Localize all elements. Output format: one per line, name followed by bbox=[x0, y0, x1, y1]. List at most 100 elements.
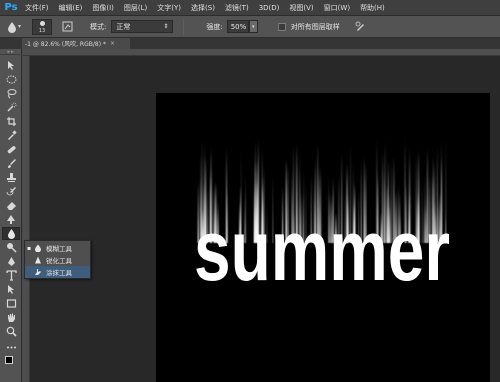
strength-label: 强度: bbox=[206, 22, 223, 31]
menu-bar: Ps 文件(F) 编辑(E) 图像(I) 图层(L) 文字(Y) 选择(S) 滤… bbox=[0, 0, 500, 16]
menu-select[interactable]: 选择(S) bbox=[186, 0, 220, 16]
menu-edit[interactable]: 编辑(E) bbox=[54, 0, 88, 16]
blur-tool[interactable] bbox=[2, 227, 20, 240]
flyout-item-sharpen[interactable]: 锐化工具 bbox=[25, 254, 90, 266]
eraser-tool-icon bbox=[6, 202, 16, 210]
blur-tool-flyout: ▪ 模糊工具 锐化工具 涂抹工具 bbox=[24, 240, 91, 279]
panel-grip[interactable]: ▸▸ bbox=[0, 49, 22, 55]
menu-3d[interactable]: 3D(D) bbox=[254, 0, 285, 16]
zoom-tool[interactable] bbox=[2, 325, 20, 338]
vertical-ruler bbox=[23, 56, 30, 382]
document-tab-strip: -1 @ 82.6% (风吹, RGB/8) * × bbox=[0, 38, 500, 49]
mode-label: 模式: bbox=[90, 22, 107, 31]
history-brush-tool[interactable] bbox=[2, 185, 20, 198]
history-brush-tool-icon bbox=[6, 187, 16, 196]
healing-brush-tool[interactable] bbox=[2, 143, 20, 156]
pen-tool-icon bbox=[7, 257, 15, 266]
blur-drop-icon bbox=[7, 21, 16, 33]
options-bar: ▾ 13 模式: 正常 ⇕ 强度: 50% ▾ 对所有图层取样 bbox=[0, 16, 500, 38]
brush-panel-icon bbox=[62, 21, 72, 32]
menu-filter[interactable]: 滤镜(T) bbox=[220, 0, 254, 16]
quick-select-tool[interactable] bbox=[2, 101, 20, 114]
sample-all-layers-checkbox[interactable] bbox=[277, 22, 286, 31]
ellipsis-icon bbox=[6, 346, 16, 349]
divider bbox=[183, 18, 185, 35]
pressure-button[interactable] bbox=[354, 20, 368, 34]
eraser-tool[interactable] bbox=[2, 199, 20, 212]
flyout-item-label: 模糊工具 bbox=[46, 245, 72, 253]
strength-input[interactable]: 50% bbox=[226, 20, 249, 33]
current-tool-marker: ▪ bbox=[26, 244, 32, 252]
foreground-color-swatch[interactable] bbox=[5, 356, 13, 364]
flyout-item-label: 涂抹工具 bbox=[46, 269, 72, 277]
brush-tool-icon bbox=[7, 159, 16, 168]
flyout-item-label: 锐化工具 bbox=[46, 257, 72, 265]
close-icon[interactable]: × bbox=[110, 40, 115, 47]
tool-preset-picker[interactable]: ▾ bbox=[4, 19, 24, 35]
zoom-tool-icon bbox=[6, 326, 17, 337]
document-title: -1 @ 82.6% (风吹, RGB/8) * bbox=[25, 41, 106, 48]
quick-select-tool-icon bbox=[6, 102, 16, 112]
hand-tool-icon bbox=[7, 313, 15, 322]
gradient-tool-icon bbox=[6, 215, 15, 224]
shape-tool-icon bbox=[6, 299, 16, 308]
move-tool-icon bbox=[7, 61, 14, 70]
blur-tool-icon bbox=[7, 229, 15, 239]
menu-view[interactable]: 视图(V) bbox=[284, 0, 318, 16]
type-tool-icon bbox=[5, 270, 17, 281]
gradient-tool[interactable] bbox=[2, 213, 20, 226]
flyout-item-smudge[interactable]: 涂抹工具 bbox=[25, 266, 90, 278]
lasso-tool[interactable] bbox=[2, 87, 20, 100]
eyedropper-tool-icon bbox=[7, 130, 17, 140]
crop-tool[interactable] bbox=[2, 115, 20, 128]
marquee-tool-icon bbox=[6, 75, 16, 84]
dodge-tool-icon bbox=[6, 243, 17, 253]
menu-type[interactable]: 文字(Y) bbox=[152, 0, 186, 16]
photoshop-logo: Ps bbox=[4, 2, 18, 13]
brush-panel-button[interactable] bbox=[60, 20, 74, 34]
pen-tool[interactable] bbox=[2, 255, 20, 268]
menu-window[interactable]: 窗口(W) bbox=[319, 0, 355, 16]
strength-slider-button[interactable]: ▾ bbox=[248, 20, 258, 33]
more-tools[interactable] bbox=[2, 341, 20, 354]
dodge-tool[interactable] bbox=[2, 241, 20, 254]
sample-all-layers-label: 对所有图层取样 bbox=[290, 22, 340, 31]
canvas-artwork: summer bbox=[194, 138, 450, 299]
path-select-tool[interactable] bbox=[2, 283, 20, 296]
sharpen-triangle-icon bbox=[35, 256, 41, 264]
eyedropper-tool[interactable] bbox=[2, 129, 20, 142]
menu-file[interactable]: 文件(F) bbox=[20, 0, 54, 16]
brush-size-picker[interactable]: 13 bbox=[32, 18, 52, 35]
tools-panel: ▸▸ bbox=[0, 49, 22, 382]
clone-stamp-tool[interactable] bbox=[2, 171, 20, 184]
lasso-tool-icon bbox=[7, 89, 16, 99]
flyout-item-blur[interactable]: ▪ 模糊工具 bbox=[25, 242, 90, 254]
clone-stamp-tool-icon bbox=[6, 173, 16, 182]
smudge-finger-icon bbox=[35, 269, 41, 275]
move-tool[interactable] bbox=[2, 59, 20, 72]
menu-layer[interactable]: 图层(L) bbox=[119, 0, 152, 16]
healing-brush-tool-icon bbox=[7, 146, 16, 154]
crop-tool-icon bbox=[6, 117, 16, 126]
pen-pressure-icon bbox=[355, 21, 365, 31]
document-canvas[interactable]: summer bbox=[156, 93, 490, 382]
brush-tool[interactable] bbox=[2, 157, 20, 170]
marquee-tool[interactable] bbox=[2, 73, 20, 86]
summer-text: summer bbox=[194, 203, 450, 299]
mode-value: 正常 bbox=[116, 22, 131, 31]
brush-tip-icon bbox=[40, 20, 45, 26]
color-swatches[interactable] bbox=[2, 355, 20, 368]
document-tab[interactable]: -1 @ 82.6% (风吹, RGB/8) * × bbox=[22, 38, 130, 49]
menu-image[interactable]: 图像(I) bbox=[87, 0, 119, 16]
menu-help[interactable]: 帮助(H) bbox=[355, 0, 390, 16]
path-select-tool-icon bbox=[7, 285, 14, 294]
shape-tool[interactable] bbox=[2, 297, 20, 310]
mode-select[interactable]: 正常 ⇕ bbox=[111, 20, 174, 33]
horizontal-ruler bbox=[23, 49, 500, 56]
type-tool[interactable] bbox=[2, 269, 20, 282]
hand-tool[interactable] bbox=[2, 311, 20, 324]
chevron-down-icon: ▾ bbox=[251, 23, 255, 30]
select-arrows-icon: ⇕ bbox=[163, 23, 169, 30]
brush-size-value: 13 bbox=[38, 27, 46, 34]
chevron-down-icon: ▾ bbox=[17, 23, 21, 30]
